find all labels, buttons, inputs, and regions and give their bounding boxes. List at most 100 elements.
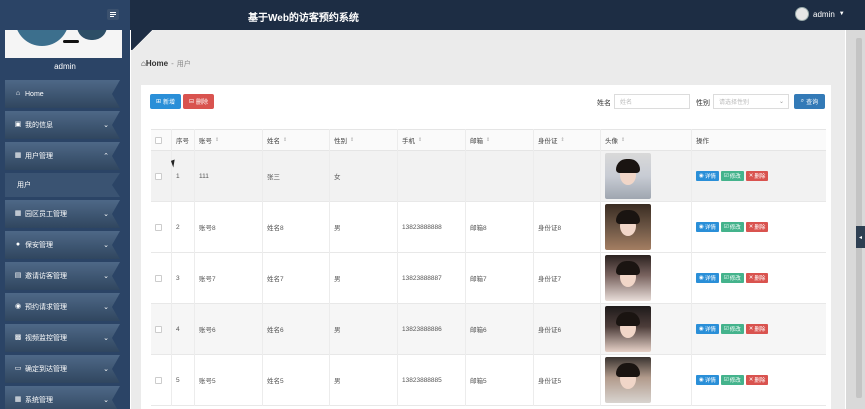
search-button[interactable]: ⌕ 查询 bbox=[794, 94, 825, 109]
close-icon: ✕ bbox=[748, 377, 754, 383]
users-table: 序号 账号 ⇕ 姓名 ⇕ 性别 ⇕ 手机 ⇕ 邮箱 ⇕ 身份证 ⇕ 头像 ⇕ 操作 1 111… bbox=[151, 129, 826, 406]
row-checkbox[interactable] bbox=[155, 223, 162, 231]
delete-row-button[interactable]: ✕ 删除 bbox=[745, 273, 769, 283]
grid-icon: ▦ bbox=[14, 396, 22, 403]
table-row[interactable]: 5 账号5 姓名5 男 13823888885 邮箱5 身份证5 ◉ 详情 ☑ 修改… bbox=[151, 355, 826, 406]
close-icon: ✕ bbox=[748, 173, 754, 179]
row-checkbox[interactable] bbox=[155, 376, 162, 384]
sidebar-menu: ⌂ Home ▣ 我的信息 ⌄ ▦ 用户管理 ⌃ 用户 ▦ 园区员工管理 ⌄ ● 保安管理 ⌄ ▤… bbox=[5, 80, 120, 409]
eye-icon: ◉ bbox=[699, 326, 704, 332]
close-icon: ✕ bbox=[748, 224, 754, 230]
eye-icon: ◉ bbox=[699, 377, 704, 383]
eye-icon: ◉ bbox=[699, 275, 704, 281]
edit-icon: ☑ bbox=[723, 275, 729, 281]
sidebar-item-video-mgmt[interactable]: ▩ 视频监控管理 ⌄ bbox=[5, 324, 120, 352]
breadcrumb-home[interactable]: Home bbox=[146, 59, 168, 68]
delete-row-button[interactable]: ✕ 删除 bbox=[745, 222, 769, 232]
gender-select[interactable]: 请选择性别 ⌄ bbox=[713, 94, 789, 109]
edit-button[interactable]: ☑ 修改 bbox=[720, 222, 744, 232]
grid-icon: ▦ bbox=[14, 210, 22, 217]
delete-row-button[interactable]: ✕ 删除 bbox=[745, 324, 769, 334]
row-checkbox[interactable] bbox=[155, 172, 162, 180]
edit-button[interactable]: ☑ 修改 bbox=[720, 171, 744, 181]
name-label: 姓名 bbox=[597, 100, 611, 107]
sidebar-item-user-mgmt[interactable]: ▦ 用户管理 ⌃ bbox=[5, 142, 120, 170]
grid-icon: ▦ bbox=[14, 152, 22, 159]
avatar bbox=[605, 204, 651, 250]
chevron-down-icon: ⌄ bbox=[103, 304, 109, 311]
menu-toggle-icon[interactable] bbox=[107, 9, 119, 20]
profile-icon: ▣ bbox=[14, 121, 22, 128]
avatar bbox=[605, 153, 651, 199]
sidebar-item-system-mgmt[interactable]: ▦ 系统管理 ⌄ bbox=[5, 386, 120, 409]
collapse-tab-icon[interactable]: ◂ bbox=[856, 226, 865, 248]
col-avatar[interactable]: 头像 ⇕ bbox=[605, 130, 625, 150]
edit-button[interactable]: ☑ 修改 bbox=[720, 273, 744, 283]
close-icon: ✕ bbox=[748, 275, 754, 281]
edit-button[interactable]: ☑ 修改 bbox=[720, 324, 744, 334]
user-icon: ● bbox=[15, 241, 21, 248]
sort-icon: ⇕ bbox=[418, 137, 423, 143]
monitor-icon: ▭ bbox=[14, 365, 22, 372]
plus-icon: ⊞ bbox=[155, 99, 161, 105]
select-all-checkbox[interactable] bbox=[155, 136, 162, 144]
table-row[interactable]: 3 账号7 姓名7 男 13823888887 邮箱7 身份证7 ◉ 详情 ☑ 修改… bbox=[151, 253, 826, 304]
bulb-icon: ◉ bbox=[14, 303, 22, 310]
sidebar-item-users[interactable]: 用户 bbox=[5, 173, 120, 197]
chevron-down-icon: ⌄ bbox=[103, 397, 109, 404]
detail-button[interactable]: ◉ 详情 bbox=[696, 273, 719, 283]
edit-icon: ☑ bbox=[723, 173, 729, 179]
avatar bbox=[605, 255, 651, 301]
scrollbar[interactable]: ◂ bbox=[846, 30, 865, 409]
col-gender[interactable]: 性别 ⇕ bbox=[334, 130, 354, 150]
table-header: 序号 账号 ⇕ 姓名 ⇕ 性别 ⇕ 手机 ⇕ 邮箱 ⇕ 身份证 ⇕ 头像 ⇕ 操作 bbox=[151, 129, 826, 151]
sidebar-item-arrival-mgmt[interactable]: ▭ 确定到达管理 ⌄ bbox=[5, 355, 120, 383]
sidebar-item-request-mgmt[interactable]: ◉ 预约请求管理 ⌄ bbox=[5, 293, 120, 321]
detail-button[interactable]: ◉ 详情 bbox=[696, 375, 719, 385]
detail-button[interactable]: ◉ 详情 bbox=[696, 324, 719, 334]
breadcrumb: ⌂Home - 用户 bbox=[141, 59, 191, 68]
chevron-down-icon: ⌄ bbox=[103, 242, 109, 249]
detail-button[interactable]: ◉ 详情 bbox=[696, 222, 719, 232]
caret-down-icon: ▼ bbox=[838, 11, 845, 17]
user-avatar bbox=[795, 7, 809, 21]
sort-icon: ⇕ bbox=[486, 137, 491, 143]
delete-row-button[interactable]: ✕ 删除 bbox=[745, 375, 769, 385]
search-icon: ⌕ bbox=[800, 98, 805, 104]
col-actions: 操作 bbox=[696, 138, 709, 145]
chevron-down-icon: ⌄ bbox=[103, 366, 109, 373]
sidebar-item-my-info[interactable]: ▣ 我的信息 ⌄ bbox=[5, 111, 120, 139]
edit-icon: ☑ bbox=[723, 224, 729, 230]
sidebar-item-security-mgmt[interactable]: ● 保安管理 ⌄ bbox=[5, 231, 120, 259]
delete-row-button[interactable]: ✕ 删除 bbox=[745, 171, 769, 181]
user-menu[interactable]: admin ▼ bbox=[795, 7, 845, 21]
scrollbar-thumb[interactable] bbox=[856, 38, 862, 398]
chevron-down-icon: ⌄ bbox=[778, 99, 784, 105]
table-row[interactable]: 4 账号6 姓名6 男 13823888886 邮箱6 身份证6 ◉ 详情 ☑ 修改… bbox=[151, 304, 826, 355]
gender-label: 性别 bbox=[696, 100, 710, 107]
edit-icon: ☑ bbox=[723, 377, 729, 383]
minus-icon: ⊟ bbox=[188, 99, 194, 105]
sort-icon: ⇕ bbox=[350, 137, 355, 143]
avatar bbox=[605, 306, 651, 352]
table-row[interactable]: 2 账号8 姓名8 男 13823888888 邮箱8 身份证8 ◉ 详情 ☑ 修改… bbox=[151, 202, 826, 253]
row-checkbox[interactable] bbox=[155, 325, 162, 333]
col-idcard[interactable]: 身份证 ⇕ bbox=[538, 130, 565, 150]
detail-button[interactable]: ◉ 详情 bbox=[696, 171, 719, 181]
add-button[interactable]: ⊞ 新增 bbox=[150, 94, 181, 109]
col-phone[interactable]: 手机 ⇕ bbox=[402, 130, 422, 150]
col-name[interactable]: 姓名 ⇕ bbox=[267, 130, 287, 150]
users-panel: ⊞ 新增 ⊟ 删除 姓名 姓名 性别 请选择性别 ⌄ ⌕ 查询 序号 账号 ⇕ 姓名 ⇕ 性… bbox=[141, 85, 831, 409]
delete-button[interactable]: ⊟ 删除 bbox=[183, 94, 214, 109]
site-title: 基于Web的访客预约系统 bbox=[248, 13, 359, 24]
edit-button[interactable]: ☑ 修改 bbox=[720, 375, 744, 385]
sidebar-item-staff-mgmt[interactable]: ▦ 园区员工管理 ⌄ bbox=[5, 200, 120, 228]
table-row[interactable]: 1 111 张三 女 ◉ 详情 ☑ 修改 ✕ 删除 bbox=[151, 151, 826, 202]
sidebar-item-home[interactable]: ⌂ Home bbox=[5, 80, 120, 108]
sidebar-item-invite-mgmt[interactable]: ▤ 邀请访客管理 ⌄ bbox=[5, 262, 120, 290]
name-input[interactable]: 姓名 bbox=[614, 94, 690, 109]
chevron-up-icon: ⌃ bbox=[103, 153, 109, 160]
col-account[interactable]: 账号 ⇕ bbox=[199, 130, 219, 150]
col-email[interactable]: 邮箱 ⇕ bbox=[470, 130, 490, 150]
row-checkbox[interactable] bbox=[155, 274, 162, 282]
